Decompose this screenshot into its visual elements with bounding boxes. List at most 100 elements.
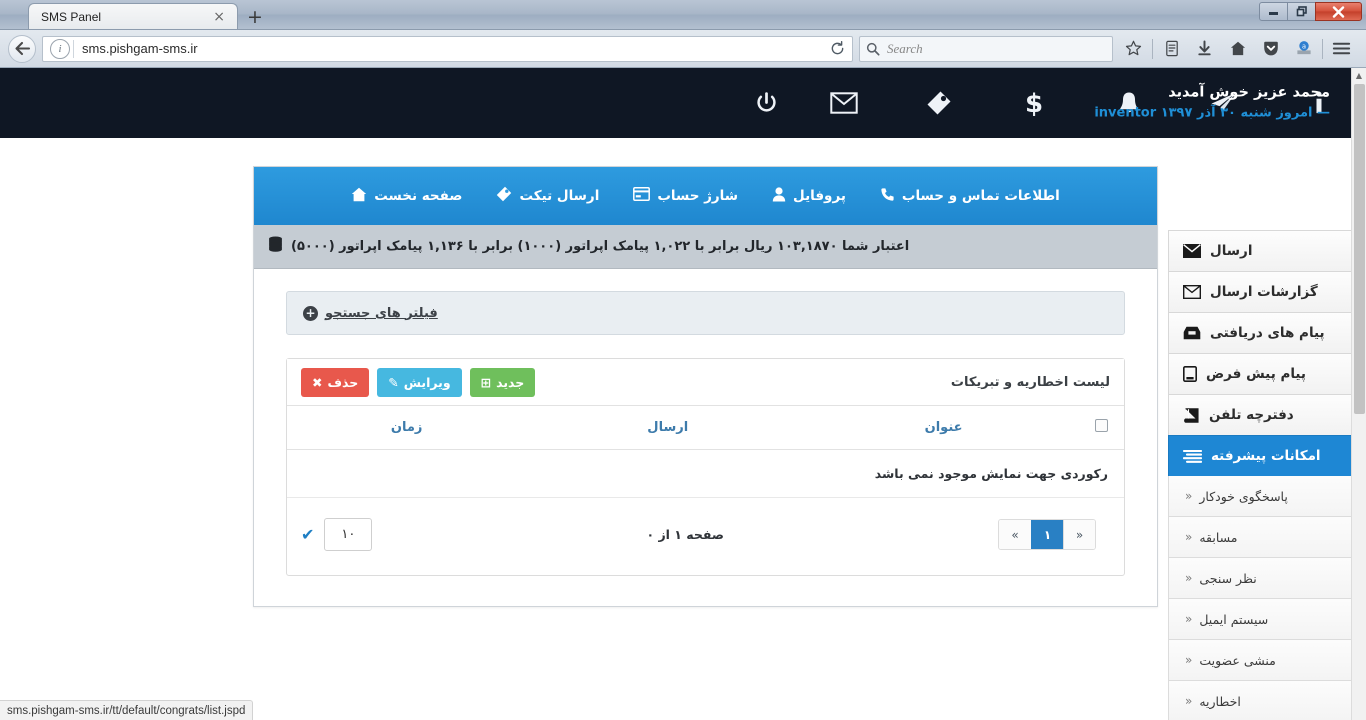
phone-icon [880, 187, 895, 206]
vertical-scrollbar[interactable]: ▲ [1351, 68, 1366, 720]
empty-message: رکوردی جهت نمایش موجود نمی باشد [287, 449, 1124, 498]
browser-tab[interactable]: SMS Panel × [28, 3, 238, 29]
close-tab-icon[interactable]: × [209, 10, 229, 24]
sidebar-item-label: پیام های دریافتی [1210, 325, 1325, 341]
dollar-icon[interactable]: $ [986, 68, 1081, 138]
close-icon [1332, 5, 1345, 18]
scroll-up-arrow[interactable]: ▲ [1352, 68, 1366, 83]
menu-item-label: ارسال تیکت [519, 188, 600, 204]
sidebar-item-label: دفترچه تلفن [1209, 407, 1294, 423]
url-divider [73, 39, 74, 58]
new-tab-button[interactable]: + [240, 5, 270, 29]
reload-button[interactable] [826, 38, 848, 60]
account-icon[interactable]: a [1287, 34, 1320, 64]
scrollbar-thumb[interactable] [1354, 84, 1365, 414]
sidebar-item-phonebook[interactable]: دفترچه تلفن [1168, 394, 1360, 435]
submenu-item-email-system[interactable]: سیستم ایمیل « [1168, 599, 1355, 640]
per-page-input[interactable] [324, 518, 373, 551]
panel-content: فیلتر های جستجو + لیست اخطاریه و تبریکات… [254, 269, 1157, 606]
site-info-icon[interactable]: i [50, 38, 70, 59]
welcome-subline: — امروز شنبه ۳۰ آذر ۱۳۹۷ inventor [1094, 104, 1330, 124]
plus-circle-icon[interactable]: + [303, 305, 318, 321]
pagination-controls: « ۱ » [998, 519, 1096, 550]
envelope-outline-icon [1183, 285, 1201, 299]
menu-item-label: پروفایل [793, 188, 846, 204]
restore-button[interactable] [1287, 2, 1316, 21]
sidebar-item-default-message[interactable]: پیام پیش فرض [1168, 353, 1360, 394]
next-page-button[interactable]: » [1063, 520, 1095, 549]
page-1-button[interactable]: ۱ [1031, 520, 1063, 549]
submenu-item-label: اخطاریه [1199, 693, 1241, 709]
status-bar-url: sms.pishgam-sms.ir/tt/default/congrats/l… [7, 704, 246, 717]
reload-icon [831, 41, 843, 55]
menu-item-charge-account[interactable]: شارژ حساب [633, 187, 738, 205]
submenu-item-membership-secretary[interactable]: منشی عضویت « [1168, 640, 1355, 681]
plus-square-icon: ⊞ [480, 374, 492, 390]
chevron-left-icon: « [1185, 612, 1193, 626]
menu-item-profile[interactable]: پروفایل [772, 186, 846, 206]
list-action-buttons: ✖ حذف ✎ ویرایش ⊞ جدید [301, 367, 536, 397]
toolbar-icons: a [1117, 34, 1358, 64]
minimize-button[interactable] [1259, 2, 1288, 21]
sidebar-item-label: امکانات پیشرفته [1211, 448, 1321, 464]
menu-item-send-ticket[interactable]: ارسال تیکت [496, 186, 599, 206]
app-body: ارسال گزارشات ارسال پیام های دریافتی پیا… [0, 138, 1366, 720]
app-topbar: $ محمد عزیز خوش آمدید — امروز شنبه ۳۰ آذ… [0, 68, 1366, 138]
address-bar[interactable]: i sms.pishgam-sms.ir [42, 35, 853, 62]
downloads-icon[interactable] [1188, 34, 1221, 64]
column-title[interactable]: عنوان [809, 406, 1078, 450]
welcome-block: محمد عزیز خوش آمدید — امروز شنبه ۳۰ آذر … [1094, 82, 1330, 125]
new-button[interactable]: ⊞ جدید [469, 367, 536, 397]
prev-page-button[interactable]: « [999, 520, 1031, 549]
pagination-info: صفحه ۱ از ۰ [646, 527, 724, 542]
home-icon [351, 187, 367, 206]
svg-text:a: a [1301, 43, 1305, 51]
search-filters-box[interactable]: فیلتر های جستجو + [286, 291, 1125, 335]
envelope-icon[interactable] [796, 68, 891, 138]
note-icon [1183, 366, 1197, 382]
user-icon [772, 186, 786, 206]
x-icon: ✖ [312, 374, 323, 390]
status-bar: sms.pishgam-sms.ir/tt/default/congrats/l… [0, 700, 254, 720]
power-icon[interactable] [736, 68, 796, 138]
home-icon[interactable] [1221, 34, 1254, 64]
edit-button[interactable]: ✎ ویرایش [377, 367, 462, 397]
column-send[interactable]: ارسال [526, 406, 810, 450]
sidebar-item-label: گزارشات ارسال [1210, 284, 1318, 300]
restore-icon [1296, 6, 1307, 17]
pocket-icon[interactable] [1254, 34, 1287, 64]
library-icon[interactable] [1155, 34, 1188, 64]
sidebar-item-received-messages[interactable]: پیام های دریافتی [1168, 312, 1360, 353]
window-controls [1259, 2, 1362, 21]
sidebar-item-send-reports[interactable]: گزارشات ارسال [1168, 271, 1360, 312]
submenu-item-contest[interactable]: مسابقه « [1168, 517, 1355, 558]
submenu-item-survey[interactable]: نظر سنجی « [1168, 558, 1355, 599]
search-bar[interactable]: Search [859, 35, 1113, 62]
menu-item-home[interactable]: صفحه نخست [351, 187, 462, 206]
submenu-item-notice[interactable]: اخطاریه « [1168, 681, 1355, 720]
select-all-checkbox[interactable] [1094, 419, 1108, 432]
tab-title: SMS Panel [41, 9, 102, 24]
ticket-icon[interactable] [891, 68, 986, 138]
sidebar-item-advanced-features[interactable]: امکانات پیشرفته [1168, 435, 1360, 476]
submenu-item-auto-responder[interactable]: پاسخگوی خودکار « [1168, 476, 1355, 517]
edit-button-label: ویرایش [403, 374, 451, 390]
menu-item-contact-info[interactable]: اطلاعات تماس و حساب [880, 187, 1060, 206]
list-icon [1183, 449, 1202, 464]
chevron-left-icon: « [1185, 530, 1193, 544]
minimize-icon [1269, 11, 1278, 15]
menu-icon[interactable] [1325, 34, 1358, 64]
delete-button[interactable]: ✖ حذف [301, 367, 370, 397]
close-window-button[interactable] [1315, 2, 1362, 21]
inbox-icon [1183, 326, 1201, 340]
pagination-row: « ۱ » صفحه ۱ از ۰ ✔ [287, 498, 1124, 575]
back-button[interactable] [8, 34, 36, 63]
confirm-per-page-icon[interactable]: ✔ [301, 525, 314, 544]
bookmark-star-icon[interactable] [1117, 34, 1150, 64]
column-time[interactable]: زمان [287, 406, 527, 450]
menu-item-label: اطلاعات تماس و حساب [901, 188, 1060, 204]
list-title: لیست اخطاریه و تبریکات [950, 374, 1110, 390]
sidebar-item-send[interactable]: ارسال [1168, 230, 1360, 271]
submenu-item-label: سیستم ایمیل [1199, 611, 1269, 627]
search-filters-label[interactable]: فیلتر های جستجو [325, 306, 438, 321]
